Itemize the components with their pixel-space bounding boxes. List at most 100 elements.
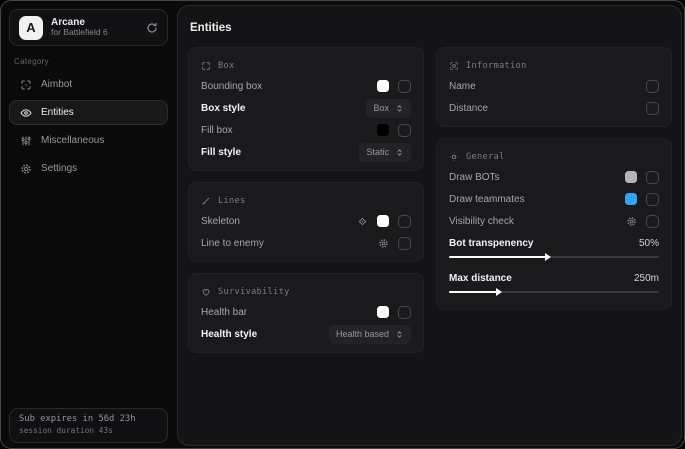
app-subtitle: for Battlefield 6 [51,28,138,38]
draw-bots-checkbox[interactable] [646,171,659,184]
main-panel: Entities Box Bounding box [177,5,682,446]
information-card: Information Name Distance [436,47,672,127]
setting-row-skeleton: Skeleton [201,210,411,232]
app-avatar: A [19,16,43,40]
skeleton-checkbox[interactable] [398,215,411,228]
setting-label: Fill style [201,147,241,158]
general-card-title: General [466,152,505,162]
setting-row-line-to-enemy: Line to enemy [201,232,411,254]
sub-expiry-text: Sub expires in 56d 23h [19,414,158,424]
slider-label: Max distance [449,273,512,284]
color-swatch[interactable] [377,80,389,92]
color-swatch[interactable] [377,306,389,318]
session-duration-text: session duration 43s [19,426,158,435]
slider-value: 250m [634,273,659,284]
setting-row-bounding-box: Bounding box [201,75,411,97]
box-card-title: Box [218,61,235,71]
setting-label: Box style [201,103,245,114]
sidebar-item-aimbot[interactable]: Aimbot [9,72,168,97]
setting-label: Line to enemy [201,238,264,249]
slider-thumb-arrow[interactable] [545,253,551,261]
box-card-header: Box [201,57,411,75]
sliders-icon [20,135,32,147]
name-checkbox[interactable] [646,80,659,93]
setting-row-distance: Distance [449,97,659,119]
pencil-line-icon [201,196,211,206]
bot-transparency-slider[interactable] [449,256,659,258]
unfold-icon [395,148,404,157]
bounding-box-checkbox[interactable] [398,80,411,93]
skeleton-config-icon[interactable] [357,216,368,227]
sidebar-item-label: Miscellaneous [41,135,104,146]
color-swatch[interactable] [377,124,389,136]
left-column: Box Bounding box Box style Box [188,47,424,353]
sidebar: A Arcane for Battlefield 6 Category [1,1,176,448]
slider-label: Bot transpenency [449,238,533,249]
setting-label: Name [449,81,476,92]
app-meta: Arcane for Battlefield 6 [51,17,138,38]
sidebar-item-miscellaneous[interactable]: Miscellaneous [9,128,168,153]
sidebar-nav: Aimbot Entities Miscella [9,72,168,181]
visibility-config-gear-icon[interactable] [626,216,637,227]
sidebar-item-label: Entities [41,107,74,118]
sidebar-item-label: Aimbot [41,79,72,90]
page-title: Entities [190,22,232,34]
max-distance-slider[interactable] [449,291,659,293]
sidebar-item-entities[interactable]: Entities [9,100,168,125]
draw-teammates-checkbox[interactable] [646,193,659,206]
box-corners-icon [201,61,211,71]
slider-fill [449,291,497,293]
setting-label: Distance [449,103,488,114]
grid-icon [449,152,459,162]
setting-label: Fill box [201,125,233,136]
slider-value: 50% [639,238,659,249]
subscription-status-box: Sub expires in 56d 23h session duration … [9,408,168,443]
fill-style-dropdown[interactable]: Static [359,143,411,162]
setting-row-box-style: Box style Box [201,97,411,119]
sidebar-item-settings[interactable]: Settings [9,156,168,181]
sync-icon[interactable] [146,22,158,34]
general-card-header: General [449,148,659,166]
survivability-card-header: Survivability [201,283,411,301]
setting-label: Visibility check [449,216,514,227]
setting-label: Health style [201,329,257,340]
color-swatch[interactable] [377,215,389,227]
lines-card-header: Lines [201,192,411,210]
general-card: General Draw BOTs Draw teammates [436,138,672,310]
app-window: A Arcane for Battlefield 6 Category [0,0,685,449]
box-card: Box Bounding box Box style Box [188,47,424,171]
right-column: Information Name Distance [436,47,672,310]
setting-row-name: Name [449,75,659,97]
eye-icon [20,107,32,119]
dropdown-value: Health based [336,329,389,339]
slider-thumb-arrow[interactable] [496,288,502,296]
setting-label: Skeleton [201,216,240,227]
health-bar-checkbox[interactable] [398,306,411,319]
unfold-icon [395,330,404,339]
box-style-dropdown[interactable]: Box [366,99,411,118]
fill-box-checkbox[interactable] [398,124,411,137]
line-config-gear-icon[interactable] [378,238,389,249]
unfold-icon [395,104,404,113]
scan-info-icon [449,61,459,71]
slider-fill [449,256,546,258]
max-distance-slider-block: Max distance 250m [449,269,659,302]
survivability-card-title: Survivability [218,287,290,297]
sidebar-item-label: Settings [41,163,77,174]
setting-row-fill-style: Fill style Static [201,141,411,163]
lines-card: Lines Skeleton [188,182,424,262]
line-to-enemy-checkbox[interactable] [398,237,411,250]
setting-label: Draw teammates [449,194,525,205]
app-header-card: A Arcane for Battlefield 6 [9,9,168,46]
heart-icon [201,287,211,297]
visibility-check-checkbox[interactable] [646,215,659,228]
dropdown-value: Box [373,103,389,113]
health-style-dropdown[interactable]: Health based [329,325,411,344]
color-swatch[interactable] [625,193,637,205]
color-swatch[interactable] [625,171,637,183]
information-card-header: Information [449,57,659,75]
setting-label: Draw BOTs [449,172,500,183]
setting-label: Bounding box [201,81,262,92]
distance-checkbox[interactable] [646,102,659,115]
bot-transparency-slider-block: Bot transpenency 50% [449,234,659,267]
